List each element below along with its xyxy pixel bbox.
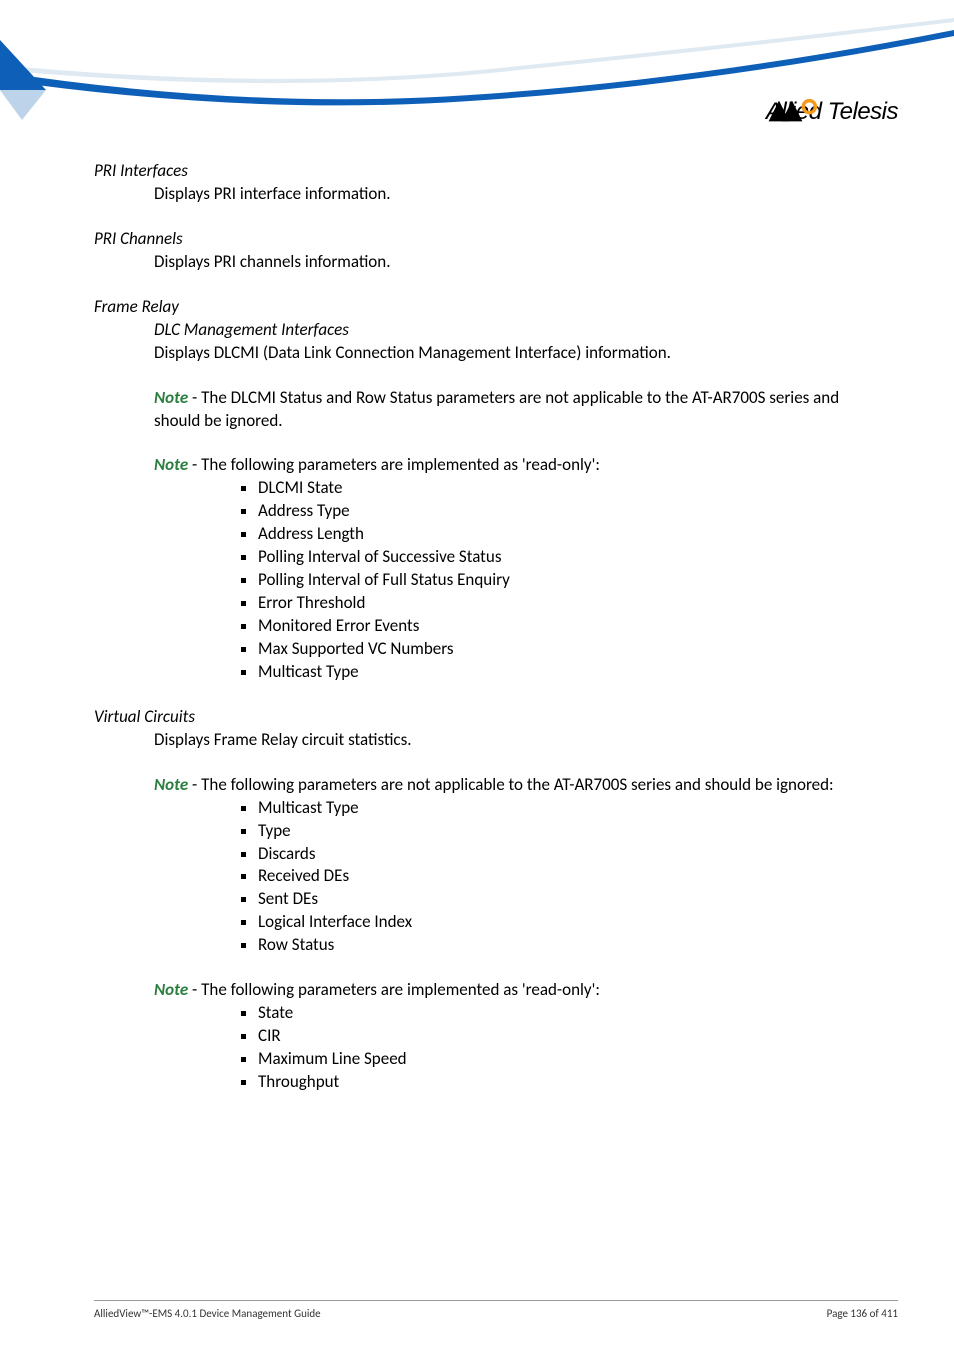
body-text: Displays PRI channels information. bbox=[94, 251, 860, 274]
body-text: Displays DLCMI (Data Link Connection Man… bbox=[94, 342, 860, 365]
list-item: CIR bbox=[258, 1025, 860, 1048]
body-text: Displays PRI interface information. bbox=[94, 183, 860, 206]
list-item: Multicast Type bbox=[258, 661, 860, 684]
note-label: Note bbox=[154, 387, 188, 408]
note-block: Note - The following parameters are not … bbox=[94, 774, 860, 797]
list-item: Received DEs bbox=[258, 865, 860, 888]
page-content: PRI Interfaces Displays PRI interface in… bbox=[0, 160, 954, 1094]
note-body: - The DLCMI Status and Row Status parame… bbox=[154, 387, 839, 431]
list-item: Maximum Line Speed bbox=[258, 1048, 860, 1071]
note-list: DLCMI State Address Type Address Length … bbox=[94, 477, 860, 683]
list-item: Discards bbox=[258, 843, 860, 866]
section-title-pri-interfaces: PRI Interfaces bbox=[94, 160, 860, 183]
brand-mark-icon bbox=[766, 98, 818, 124]
list-item: Throughput bbox=[258, 1071, 860, 1094]
list-item: Type bbox=[258, 820, 860, 843]
list-item: Logical Interface Index bbox=[258, 911, 860, 934]
note-body: - The following parameters are implement… bbox=[188, 979, 600, 1000]
section-title-pri-channels: PRI Channels bbox=[94, 228, 860, 251]
note-body: - The following parameters are not appli… bbox=[188, 774, 833, 795]
list-item: Monitored Error Events bbox=[258, 615, 860, 638]
note-body: - The following parameters are implement… bbox=[188, 454, 600, 475]
list-item: Max Supported VC Numbers bbox=[258, 638, 860, 661]
list-item: Address Type bbox=[258, 500, 860, 523]
note-list: State CIR Maximum Line Speed Throughput bbox=[94, 1002, 860, 1094]
body-text: Displays Frame Relay circuit statistics. bbox=[94, 729, 860, 752]
list-item: Row Status bbox=[258, 934, 860, 957]
note-label: Note bbox=[154, 979, 188, 1000]
note-label: Note bbox=[154, 774, 188, 795]
list-item: Polling Interval of Successive Status bbox=[258, 546, 860, 569]
section-title-virtual-circuits: Virtual Circuits bbox=[94, 706, 860, 729]
list-item: Address Length bbox=[258, 523, 860, 546]
section-subtitle-dlc: DLC Management Interfaces bbox=[94, 319, 860, 342]
list-item: Sent DEs bbox=[258, 888, 860, 911]
header-band: Allied Telesis bbox=[0, 0, 954, 160]
list-item: State bbox=[258, 1002, 860, 1025]
section-title-frame-relay: Frame Relay bbox=[94, 296, 860, 319]
list-item: Polling Interval of Full Status Enquiry bbox=[258, 569, 860, 592]
header-swoosh bbox=[0, 0, 954, 160]
footer-left: AlliedView™-EMS 4.0.1 Device Management … bbox=[94, 1307, 321, 1320]
note-list: Multicast Type Type Discards Received DE… bbox=[94, 797, 860, 958]
list-item: Error Threshold bbox=[258, 592, 860, 615]
list-item: Multicast Type bbox=[258, 797, 860, 820]
note-block: Note - The following parameters are impl… bbox=[94, 454, 860, 477]
note-block: Note - The following parameters are impl… bbox=[94, 979, 860, 1002]
list-item: DLCMI State bbox=[258, 477, 860, 500]
note-block: Note - The DLCMI Status and Row Status p… bbox=[94, 387, 860, 433]
page-footer: AlliedView™-EMS 4.0.1 Device Management … bbox=[94, 1300, 898, 1320]
footer-right: Page 136 of 411 bbox=[827, 1307, 898, 1320]
brand-logo: Allied Telesis bbox=[766, 98, 898, 126]
note-label: Note bbox=[154, 454, 188, 475]
